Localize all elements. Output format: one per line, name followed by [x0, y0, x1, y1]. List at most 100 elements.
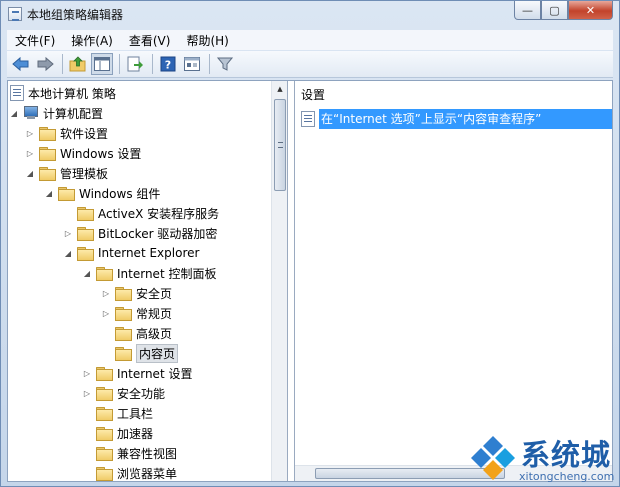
- collapsed-triangle-icon[interactable]: ▷: [62, 227, 74, 239]
- folder-icon: [115, 286, 132, 301]
- show-hide-tree-button[interactable]: [91, 53, 113, 75]
- no-expander: [62, 207, 74, 219]
- title-bar[interactable]: 本地组策略编辑器 — ▢ ✕: [1, 1, 619, 29]
- maximize-button[interactable]: ▢: [541, 1, 568, 20]
- policy-setting-icon: [301, 111, 315, 127]
- tree-item[interactable]: ▷ Windows 设置: [24, 143, 141, 163]
- show-hide-tree-icon: [94, 57, 110, 71]
- tree-item[interactable]: ▷ 软件设置: [24, 123, 108, 143]
- filter-button[interactable]: [214, 53, 236, 75]
- watermark-logo: 系统城 xitongcheng.com: [469, 428, 619, 486]
- expanded-triangle-icon[interactable]: ◢: [43, 187, 55, 199]
- folder-icon: [77, 226, 94, 241]
- tree-item[interactable]: ◢ Internet Explorer: [62, 243, 199, 263]
- tree-item[interactable]: ◢ Internet 控制面板: [81, 263, 216, 283]
- export-list-icon: [127, 56, 143, 72]
- tree-item-label: 计算机配置: [43, 106, 104, 121]
- minimize-button[interactable]: —: [514, 1, 541, 20]
- expanded-triangle-icon[interactable]: ◢: [24, 167, 36, 179]
- diamond-logo-icon: [471, 436, 515, 480]
- collapsed-triangle-icon[interactable]: ▷: [100, 287, 112, 299]
- tree-item-label: BitLocker 驱动器加密: [98, 226, 218, 241]
- forward-arrow-icon: [37, 56, 54, 72]
- folder-icon: [96, 466, 113, 481]
- tree-item[interactable]: ▷ 安全页: [100, 283, 172, 303]
- up-folder-icon: [69, 56, 86, 72]
- expanded-triangle-icon[interactable]: ◢: [62, 247, 74, 259]
- menu-help[interactable]: 帮助(H): [178, 32, 236, 49]
- tree-vertical-scrollbar[interactable]: ▲: [271, 81, 287, 481]
- tree-item[interactable]: ActiveX 安装程序服务: [62, 203, 219, 223]
- tree-item-label: Internet 控制面板: [117, 266, 217, 281]
- folder-icon: [115, 346, 132, 361]
- tree-item[interactable]: 兼容性视图: [81, 443, 177, 463]
- watermark-url: xitongcheng.com: [519, 470, 615, 483]
- folder-icon: [96, 366, 113, 381]
- folder-icon: [58, 186, 75, 201]
- policy-setting-row[interactable]: 在“Internet 选项”上显示“内容审查程序”: [301, 109, 612, 129]
- help-icon: ?: [160, 56, 176, 72]
- tree-item[interactable]: ◢ 管理模板: [24, 163, 108, 183]
- collapsed-triangle-icon[interactable]: ▷: [24, 127, 36, 139]
- expanded-triangle-icon[interactable]: ◢: [8, 107, 20, 119]
- tree-item[interactable]: 工具栏: [81, 403, 153, 423]
- details-pane: 设置 在“Internet 选项”上显示“内容审查程序”: [294, 81, 612, 481]
- tree-item[interactable]: ▷ 安全功能: [81, 383, 165, 403]
- svg-text:?: ?: [165, 59, 171, 72]
- minimize-icon: —: [522, 3, 533, 17]
- close-icon: ✕: [585, 3, 596, 17]
- tree-item-label: 加速器: [117, 426, 154, 441]
- tree-item[interactable]: 浏览器菜单: [81, 463, 177, 481]
- column-header-settings[interactable]: 设置: [295, 81, 612, 103]
- export-list-button[interactable]: [124, 53, 146, 75]
- toolbar-separator: [62, 54, 63, 74]
- close-button[interactable]: ✕: [568, 1, 613, 20]
- menu-file[interactable]: 文件(F): [7, 32, 63, 49]
- content-area: 本地计算机 策略 ◢ 计算机配置 ▷ 软件设置 ▷ Windows 设置 ◢ 管: [7, 80, 613, 482]
- up-button[interactable]: [67, 53, 89, 75]
- tree-item-label: 安全页: [136, 286, 173, 301]
- menu-bar: 文件(F) 操作(A) 查看(V) 帮助(H): [7, 30, 613, 50]
- collapsed-triangle-icon[interactable]: ▷: [81, 367, 93, 379]
- tree-item-label: 本地计算机 策略: [28, 86, 116, 101]
- scroll-thumb[interactable]: [274, 99, 286, 191]
- menu-action[interactable]: 操作(A): [63, 32, 121, 49]
- properties-button[interactable]: [181, 53, 203, 75]
- tree-item[interactable]: 高级页: [100, 323, 172, 343]
- tree-item-label: Internet Explorer: [98, 246, 200, 260]
- tree-item-label: 安全功能: [117, 386, 166, 401]
- tree-item[interactable]: 加速器: [81, 423, 153, 443]
- tree-item-label: 管理模板: [60, 166, 109, 181]
- forward-button[interactable]: [34, 53, 56, 75]
- computer-icon: [23, 106, 39, 120]
- tree-item-label: 工具栏: [117, 406, 154, 421]
- collapsed-triangle-icon[interactable]: ▷: [81, 387, 93, 399]
- tree-item[interactable]: ◢ 计算机配置: [8, 103, 103, 123]
- tree-item[interactable]: 本地计算机 策略: [10, 83, 116, 103]
- window-controls: — ▢ ✕: [514, 1, 613, 21]
- tree-item[interactable]: ▷ 常规页: [100, 303, 172, 323]
- folder-icon: [96, 446, 113, 461]
- help-button[interactable]: ?: [157, 53, 179, 75]
- tree-item[interactable]: ▷ Internet 设置: [81, 363, 192, 383]
- toolbar-separator: [152, 54, 153, 74]
- toolbar-separator: [119, 54, 120, 74]
- collapsed-triangle-icon[interactable]: ▷: [100, 307, 112, 319]
- scroll-up-arrow-icon[interactable]: ▲: [272, 81, 287, 97]
- menu-view[interactable]: 查看(V): [121, 32, 179, 49]
- folder-icon: [77, 246, 94, 261]
- folder-icon: [77, 206, 94, 221]
- policy-editor-app-icon: [8, 7, 22, 21]
- back-button[interactable]: [10, 53, 32, 75]
- tree-item-label: Windows 设置: [60, 146, 142, 161]
- expanded-triangle-icon[interactable]: ◢: [81, 267, 93, 279]
- folder-icon: [115, 326, 132, 341]
- tree-item-label: 浏览器菜单: [117, 466, 178, 481]
- tree-item-selected[interactable]: 内容页: [100, 343, 179, 363]
- properties-icon: [184, 57, 200, 71]
- no-expander: [81, 427, 93, 439]
- tree-item[interactable]: ◢ Windows 组件: [43, 183, 160, 203]
- tree-item[interactable]: ▷ BitLocker 驱动器加密: [62, 223, 217, 243]
- tree-item-label: 内容页: [136, 343, 179, 363]
- collapsed-triangle-icon[interactable]: ▷: [24, 147, 36, 159]
